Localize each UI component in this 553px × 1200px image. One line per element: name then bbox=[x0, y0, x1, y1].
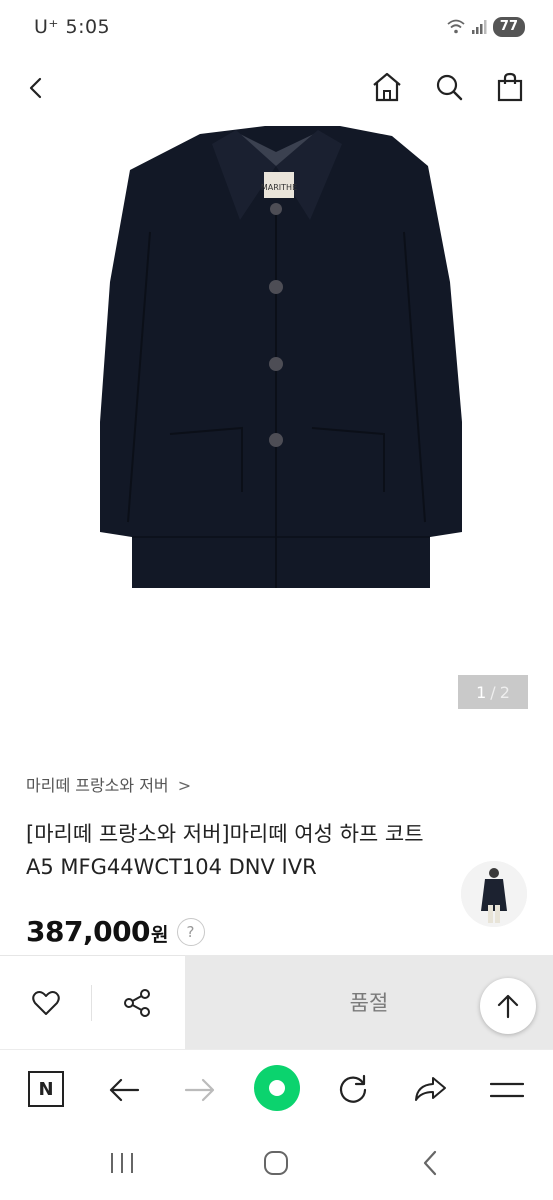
pager-separator: / bbox=[490, 682, 496, 702]
product-image[interactable]: MARITHE bbox=[0, 122, 553, 732]
chevron-left-icon bbox=[29, 77, 42, 99]
home-button[interactable] bbox=[368, 68, 406, 106]
brand-link[interactable]: 마리떼 프랑소와 저버 > bbox=[26, 772, 191, 796]
signal-icon bbox=[471, 20, 487, 34]
product-title: [마리떼 프랑소와 저버]마리떼 여성 하프 코트 A5 MFG44WCT104… bbox=[26, 822, 424, 879]
browser-back-button[interactable] bbox=[104, 1070, 144, 1110]
status-icons: 77 bbox=[447, 17, 525, 37]
system-back-icon bbox=[423, 1150, 437, 1176]
app-header bbox=[0, 56, 553, 123]
price-help-button[interactable]: ? bbox=[176, 917, 205, 946]
action-divider bbox=[91, 985, 92, 1021]
price-currency: 원 bbox=[151, 924, 169, 946]
battery-indicator: 77 bbox=[492, 17, 525, 37]
shopping-bag-icon bbox=[497, 72, 523, 102]
refresh-icon bbox=[339, 1074, 367, 1103]
model-photo-icon bbox=[461, 861, 527, 927]
forward-arrow-icon bbox=[184, 1078, 215, 1102]
share-button[interactable] bbox=[117, 983, 157, 1023]
cart-button[interactable] bbox=[491, 68, 529, 106]
search-button[interactable] bbox=[430, 68, 468, 106]
image-pager: 1 / 2 bbox=[458, 675, 528, 709]
model-thumbnail[interactable] bbox=[461, 861, 527, 927]
browser-forward-button[interactable] bbox=[180, 1070, 220, 1110]
heart-icon bbox=[32, 991, 60, 1015]
naver-button[interactable]: N bbox=[28, 1071, 64, 1107]
carrier-time: U⁺ 5:05 bbox=[34, 16, 111, 38]
chevron-right-icon: > bbox=[177, 776, 192, 795]
share-arrow-icon bbox=[415, 1077, 446, 1101]
scroll-top-button[interactable] bbox=[480, 978, 536, 1034]
arrow-up-icon bbox=[497, 994, 519, 1019]
system-home-button[interactable] bbox=[256, 1146, 296, 1180]
recent-apps-icon bbox=[111, 1153, 133, 1173]
price-value: 387,000 bbox=[26, 915, 151, 948]
pager-current: 1 bbox=[476, 682, 487, 702]
pager-total: 2 bbox=[499, 682, 510, 702]
garment-label: MARITHE bbox=[261, 183, 297, 192]
price-row: 387,000 원 ? bbox=[26, 915, 205, 948]
coat-image: MARITHE bbox=[100, 126, 462, 588]
home-dot-icon bbox=[269, 1080, 285, 1096]
green-home-button[interactable] bbox=[254, 1065, 300, 1111]
wifi-icon bbox=[447, 19, 465, 34]
refresh-button[interactable] bbox=[333, 1069, 373, 1109]
back-button[interactable] bbox=[18, 70, 54, 106]
back-arrow-icon bbox=[109, 1078, 140, 1102]
like-button[interactable] bbox=[26, 983, 66, 1023]
browser-menu-button[interactable] bbox=[487, 1070, 527, 1110]
recent-apps-button[interactable] bbox=[102, 1146, 142, 1180]
share-icon bbox=[124, 989, 150, 1017]
browser-share-button[interactable] bbox=[410, 1069, 450, 1109]
circle-home-icon bbox=[264, 1151, 288, 1175]
search-icon bbox=[436, 74, 463, 101]
menu-icon bbox=[490, 1082, 524, 1098]
house-icon bbox=[373, 72, 401, 102]
brand-name: 마리떼 프랑소와 저버 bbox=[26, 776, 169, 795]
status-bar: U⁺ 5:05 77 bbox=[0, 0, 553, 56]
system-back-button[interactable] bbox=[410, 1146, 450, 1180]
